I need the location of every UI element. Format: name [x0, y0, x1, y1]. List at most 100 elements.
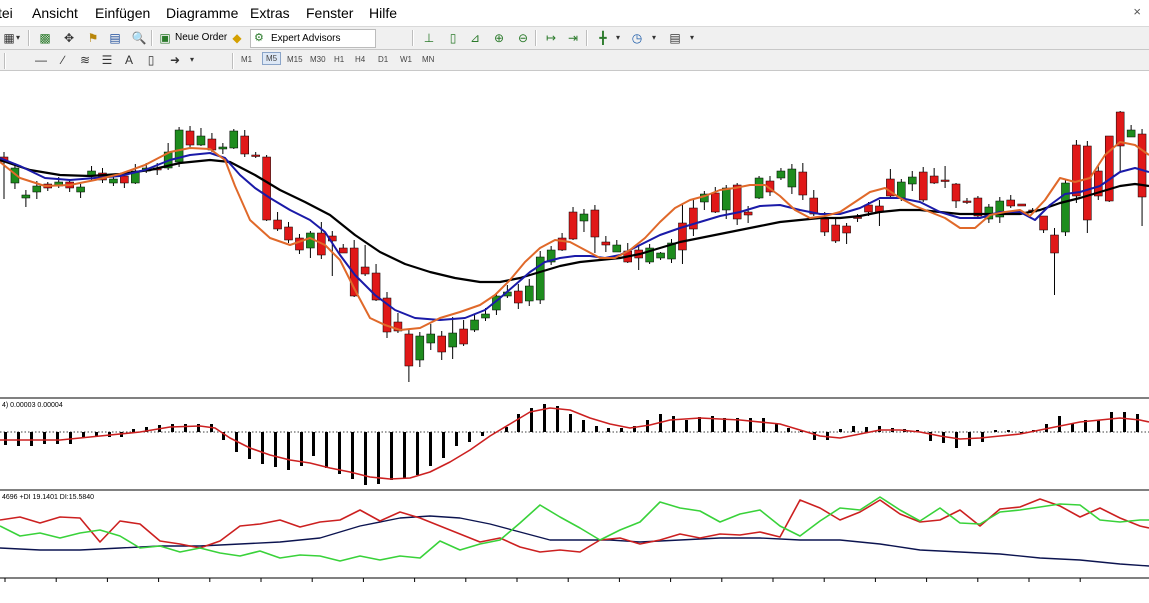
bull-candle [787, 168, 797, 188]
macd-bar [261, 432, 264, 464]
timeframe-w1[interactable]: W1 [397, 54, 415, 65]
macd-bar [1071, 424, 1074, 432]
bear-candle [711, 192, 720, 213]
menu-einfuegen[interactable]: Einfügen [95, 5, 150, 21]
chevron-down-icon[interactable]: ▾ [614, 29, 622, 46]
macd-bar [171, 424, 174, 432]
chevron-down-icon[interactable]: ▾ [688, 29, 696, 46]
terminal-icon[interactable]: ▤ [106, 29, 124, 46]
candlestick-icon[interactable]: ▯ [444, 29, 462, 46]
chevron-down-icon[interactable]: ▾ [14, 29, 22, 46]
navigator-icon[interactable]: ⚑ [84, 29, 102, 46]
timeframe-m1[interactable]: M1 [238, 54, 255, 65]
macd-label: 4) 0.00003 0.00004 [2, 402, 63, 409]
timeframe-m5[interactable]: M5 [262, 52, 282, 65]
bear-candle [568, 211, 578, 240]
menu-hilfe[interactable]: Hilfe [369, 5, 397, 21]
arrows-icon[interactable]: ➜ [166, 51, 184, 68]
bar-chart-icon[interactable]: ⊥ [420, 29, 438, 46]
bear-candle [1017, 203, 1026, 207]
zoom-out-icon[interactable]: ⊖ [514, 29, 532, 46]
macd-bar [56, 432, 59, 444]
macd-bar [505, 427, 508, 432]
bull-candle [897, 181, 906, 199]
metaeditor-icon[interactable]: ◆ [228, 29, 246, 46]
macd-bar [442, 432, 445, 458]
bear-candle [831, 224, 840, 242]
new-order-button[interactable]: Neue Order [175, 32, 227, 43]
chart-shift-icon[interactable]: ⇥ [564, 29, 582, 46]
menu-datei[interactable]: tei [0, 5, 13, 21]
menu-diagramme[interactable]: Diagramme [166, 5, 238, 21]
bear-candle [1039, 215, 1048, 231]
bull-candle [612, 244, 622, 253]
horizontal-line-icon[interactable]: — [32, 51, 50, 68]
macd-bar [775, 424, 778, 432]
templates-icon[interactable]: ▤ [666, 29, 684, 46]
bear-candle [437, 335, 446, 353]
timeframe-h1[interactable]: H1 [331, 54, 347, 65]
strategy-tester-icon[interactable]: 🔍 [130, 29, 148, 46]
timeframe-d1[interactable]: D1 [375, 54, 391, 65]
bull-candle [229, 130, 239, 149]
macd-bar [184, 424, 187, 432]
close-icon[interactable]: × [1133, 4, 1141, 19]
macd-bar [749, 418, 752, 432]
bull-candle [426, 333, 436, 344]
bear-candle [1083, 145, 1092, 221]
text-icon[interactable]: A [120, 51, 138, 68]
bull-candle [21, 194, 31, 199]
profiles-icon[interactable]: ▩ [36, 29, 54, 46]
timeframe-mn[interactable]: MN [419, 54, 437, 65]
macd-bar [132, 429, 135, 432]
bull-candle [525, 285, 534, 302]
bear-candle [240, 135, 249, 155]
timeframe-m30[interactable]: M30 [307, 54, 329, 65]
crosshair-icon[interactable]: ✥ [60, 29, 78, 46]
channel-icon[interactable]: ≋ [76, 51, 94, 68]
timeframe-h4[interactable]: H4 [352, 54, 368, 65]
bull-candle [415, 335, 425, 361]
macd-bar [390, 432, 393, 480]
trendline-icon[interactable]: ∕ [54, 51, 72, 68]
indicators-icon[interactable]: ╋ [594, 29, 612, 46]
macd-bar [569, 414, 572, 432]
bear-candle [120, 175, 129, 184]
bear-candle [743, 211, 753, 216]
bear-candle [251, 154, 260, 157]
expert-advisors-button[interactable]: ⚙ Expert Advisors [250, 29, 376, 48]
periods-icon[interactable]: ◷ [628, 29, 646, 46]
bear-candle [1137, 133, 1147, 198]
autoscroll-icon[interactable]: ↦ [542, 29, 560, 46]
chevron-down-icon[interactable]: ▾ [650, 29, 658, 46]
bear-candle [1072, 144, 1081, 197]
menu-fenster[interactable]: Fenster [306, 5, 353, 21]
bull-candle [481, 313, 490, 319]
bear-candle [962, 200, 972, 203]
new-order-icon[interactable]: ▣ [156, 29, 174, 46]
label-icon[interactable]: ▯ [142, 51, 160, 68]
bear-candle [929, 175, 939, 184]
macd-bar [82, 432, 85, 437]
bear-candle [1104, 135, 1114, 202]
bull-candle [776, 170, 786, 179]
bear-candle [514, 290, 523, 304]
chevron-down-icon[interactable]: ▾ [188, 51, 196, 68]
line-chart-icon[interactable]: ⊿ [466, 29, 484, 46]
menu-ansicht[interactable]: Ansicht [32, 5, 78, 21]
bull-candle [1061, 182, 1070, 233]
macd-bar [685, 420, 688, 432]
timeframe-m15[interactable]: M15 [284, 54, 306, 65]
macd-bar [762, 418, 765, 432]
fibonacci-icon[interactable]: ☰ [98, 51, 116, 68]
macd-bar [723, 418, 726, 432]
bull-candle [470, 319, 479, 331]
zoom-in-icon[interactable]: ⊕ [490, 29, 508, 46]
chart-window[interactable]: 4) 0.00003 0.00004 4696 +DI 19.1401 DI:1… [0, 72, 1149, 582]
macd-bar [416, 432, 419, 475]
macd-bar [1097, 420, 1100, 432]
bear-candle [798, 171, 808, 196]
macd-bar [942, 432, 945, 443]
menu-extras[interactable]: Extras [250, 5, 290, 21]
macd-bar [556, 406, 559, 432]
